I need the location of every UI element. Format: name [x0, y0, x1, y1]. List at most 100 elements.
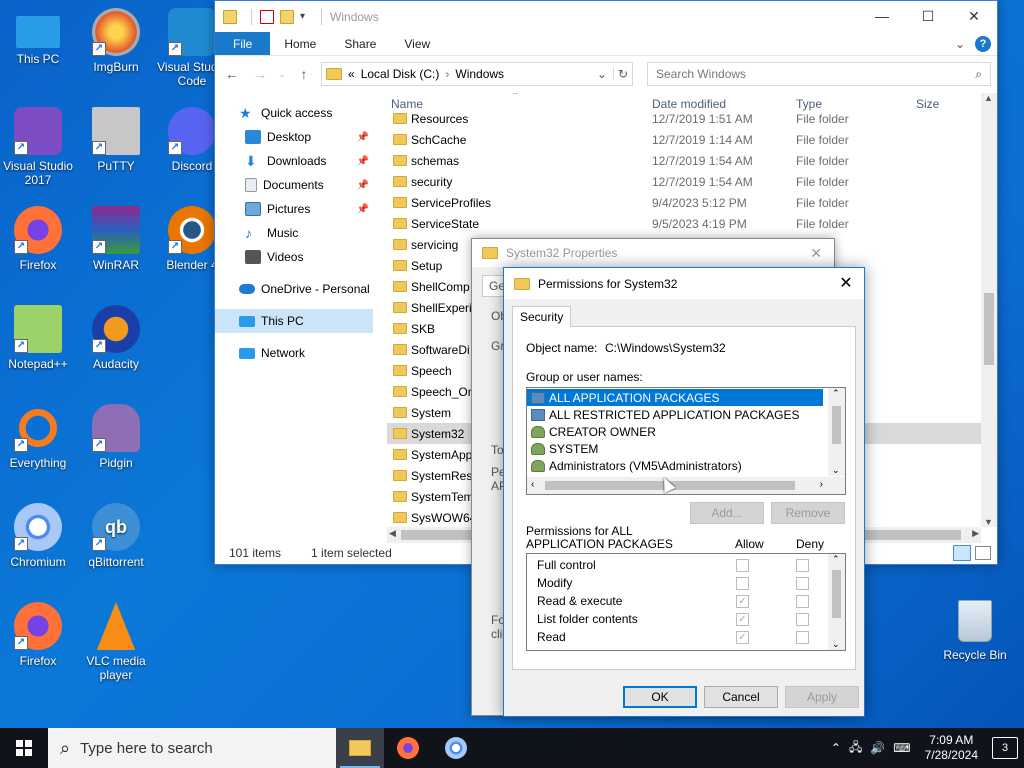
desktop-icon-visual-studio[interactable]: ↗ Visual Studio 2017	[0, 107, 76, 187]
file-row[interactable]: ServiceProfiles 9/4/2023 5:12 PM File fold…	[387, 192, 981, 213]
scroll-up-icon[interactable]: ⌃	[832, 554, 840, 565]
file-row[interactable]: Resources 12/7/2019 1:51 AM File folder	[387, 108, 981, 129]
search-box[interactable]: Search Windows ⌕	[647, 62, 991, 86]
back-button[interactable]: ←	[221, 66, 243, 82]
show-hidden-icons-icon[interactable]: ⌃	[831, 741, 841, 755]
taskbar-search-input[interactable]: Type here to search	[80, 740, 213, 757]
search-input[interactable]: Search Windows	[656, 67, 746, 81]
taskbar-file-explorer[interactable]	[336, 728, 384, 768]
expand-ribbon-icon[interactable]: ⌄	[955, 37, 965, 51]
user-row[interactable]: Administrators (VM5\Administrators)	[527, 457, 823, 474]
desktop-icon-imgburn[interactable]: ↗ ImgBurn	[78, 8, 154, 74]
user-row[interactable]: ALL APPLICATION PACKAGES	[527, 389, 823, 406]
deny-checkbox[interactable]	[796, 577, 809, 590]
nav-documents[interactable]: Documents 📌	[215, 173, 373, 197]
desktop-icon-audacity[interactable]: ↗ Audacity	[78, 305, 154, 371]
vertical-scrollbar[interactable]: ▲ ▼	[981, 93, 997, 527]
vertical-scrollbar[interactable]: ⌃ ⌄	[828, 554, 845, 650]
breadcrumb-local-disk[interactable]: Local Disk (C:)	[361, 67, 440, 81]
deny-checkbox[interactable]	[796, 595, 809, 608]
desktop-icon-everything[interactable]: ↗ Everything	[0, 404, 76, 470]
permissions-titlebar[interactable]: Permissions for System32	[504, 268, 864, 299]
forward-button[interactable]: →	[249, 66, 271, 82]
ok-button[interactable]: OK	[623, 686, 697, 708]
desktop-icon-firefox[interactable]: ↗ Firefox	[0, 206, 76, 272]
scroll-right-icon[interactable]: ▶	[972, 528, 979, 539]
scroll-left-icon[interactable]: ◀	[389, 528, 396, 539]
nav-onedrive[interactable]: OneDrive - Personal	[215, 277, 373, 301]
nav-videos[interactable]: Videos	[215, 245, 373, 269]
new-folder-icon[interactable]	[280, 9, 294, 24]
up-button[interactable]: ↑	[293, 66, 315, 82]
start-button[interactable]	[0, 728, 48, 768]
nav-pictures[interactable]: Pictures 📌	[215, 197, 373, 221]
address-dropdown-icon[interactable]: ⌄	[597, 67, 607, 81]
desktop-icon-putty[interactable]: ↗ PuTTY	[78, 107, 154, 173]
clock[interactable]: 7:09 AM 7/28/2024	[919, 733, 984, 763]
permissions-dialog[interactable]: Permissions for System32 ✕ Security Obje…	[503, 267, 865, 717]
file-row[interactable]: security 12/7/2019 1:54 AM File folder	[387, 171, 981, 192]
add-button[interactable]: Add...	[690, 502, 764, 524]
address-bar[interactable]: « Local Disk (C:) › Windows ⌄ ↻	[321, 62, 633, 86]
scroll-up-icon[interactable]: ▲	[984, 93, 993, 103]
scroll-left-icon[interactable]: ‹	[531, 479, 534, 490]
cancel-button[interactable]: Cancel	[704, 686, 778, 708]
apply-button[interactable]: Apply	[785, 686, 859, 708]
maximize-button[interactable]: ☐	[905, 1, 951, 31]
close-button[interactable]: ✕	[810, 245, 822, 262]
details-view-icon[interactable]	[953, 545, 971, 561]
deny-checkbox[interactable]	[796, 613, 809, 626]
deny-checkbox[interactable]	[796, 631, 809, 644]
input-method-icon[interactable]: ⌨	[893, 741, 910, 755]
customize-toolbar-icon[interactable]: ▾	[300, 11, 305, 22]
desktop-icon-pidgin[interactable]: ↗ Pidgin	[78, 404, 154, 470]
file-row[interactable]: schemas 12/7/2019 1:54 AM File folder	[387, 150, 981, 171]
file-row[interactable]: ServiceState 9/5/2023 4:19 PM File folder	[387, 213, 981, 234]
properties-icon[interactable]	[260, 9, 274, 24]
desktop-icon-qbittorrent[interactable]: qb ↗ qBittorrent	[78, 503, 154, 569]
tab-view[interactable]: View	[390, 32, 444, 55]
network-icon[interactable]: 🖧	[849, 738, 862, 759]
desktop-icon-winrar[interactable]: ↗ WinRAR	[78, 206, 154, 272]
desktop-icon-chromium[interactable]: ↗ Chromium	[0, 503, 76, 569]
scroll-down-icon[interactable]: ⌄	[832, 639, 840, 650]
address-overflow-icon[interactable]: «	[348, 67, 355, 81]
tab-home[interactable]: Home	[270, 32, 330, 55]
nav-network[interactable]: Network	[215, 341, 373, 365]
horizontal-scrollbar[interactable]: ‹ ›	[527, 477, 845, 494]
file-row[interactable]: SchCache 12/7/2019 1:14 AM File folder	[387, 129, 981, 150]
explorer-titlebar[interactable]: ▾ Windows — ☐ ✕	[215, 1, 997, 32]
scroll-down-icon[interactable]: ⌄	[832, 465, 840, 476]
scroll-thumb[interactable]	[832, 570, 841, 618]
properties-titlebar[interactable]: System32 Properties	[472, 239, 834, 267]
user-list[interactable]: ALL APPLICATION PACKAGES ALL RESTRICTED A…	[526, 387, 846, 495]
nav-downloads[interactable]: ⬇ Downloads 📌	[215, 149, 373, 173]
desktop-icon-notepadpp[interactable]: ↗ Notepad++	[0, 305, 76, 371]
minimize-button[interactable]: —	[859, 1, 905, 31]
allow-checkbox[interactable]	[736, 559, 749, 572]
nav-this-pc[interactable]: This PC	[215, 309, 373, 333]
close-button[interactable]: ✕	[951, 1, 997, 31]
taskbar-firefox[interactable]	[384, 728, 432, 768]
allow-checkbox[interactable]: ✓	[736, 595, 749, 608]
nav-desktop[interactable]: Desktop 📌	[215, 125, 373, 149]
tab-share[interactable]: Share	[330, 32, 390, 55]
large-icons-view-icon[interactable]	[975, 546, 991, 560]
close-button[interactable]: ✕	[834, 272, 858, 294]
taskbar-chromium[interactable]	[432, 728, 480, 768]
scroll-right-icon[interactable]: ›	[820, 479, 823, 490]
help-icon[interactable]: ?	[975, 35, 991, 52]
allow-checkbox[interactable]: ✓	[736, 631, 749, 644]
scroll-down-icon[interactable]: ▼	[984, 517, 993, 527]
allow-checkbox[interactable]: ✓	[736, 613, 749, 626]
scroll-up-icon[interactable]: ⌃	[832, 388, 840, 399]
tab-file[interactable]: File	[215, 32, 271, 55]
desktop-icon-this-pc[interactable]: This PC	[0, 8, 76, 66]
allow-checkbox[interactable]	[736, 577, 749, 590]
nav-quick-access[interactable]: ★ Quick access	[215, 101, 373, 125]
tab-security[interactable]: Security	[512, 306, 572, 327]
remove-button[interactable]: Remove	[771, 502, 845, 524]
scroll-thumb[interactable]	[832, 406, 841, 444]
deny-checkbox[interactable]	[796, 559, 809, 572]
breadcrumb-windows[interactable]: Windows	[455, 67, 504, 81]
